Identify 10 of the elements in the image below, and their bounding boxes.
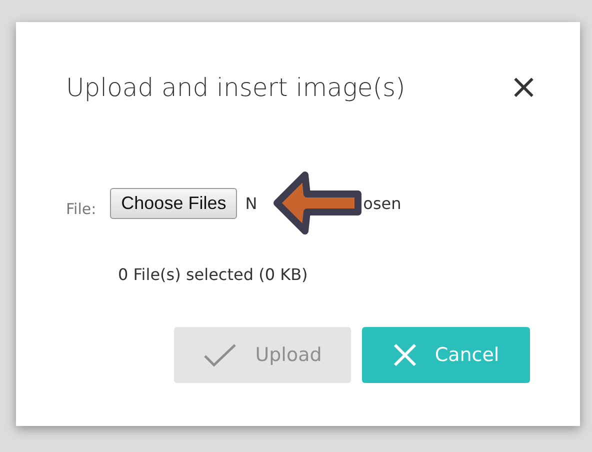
file-status-text: N [245, 194, 258, 213]
choose-files-button[interactable]: Choose Files [110, 188, 238, 219]
arrow-icon [272, 170, 364, 236]
close-button[interactable]: × [510, 70, 538, 104]
file-status-text: osen [363, 194, 402, 213]
field-label: File: [66, 200, 96, 218]
selection-summary: 0 File(s) selected (0 KB) [118, 265, 309, 284]
dialog-title: Upload and insert image(s) [66, 72, 406, 102]
close-icon [392, 343, 417, 367]
checkmark-icon [203, 343, 238, 367]
